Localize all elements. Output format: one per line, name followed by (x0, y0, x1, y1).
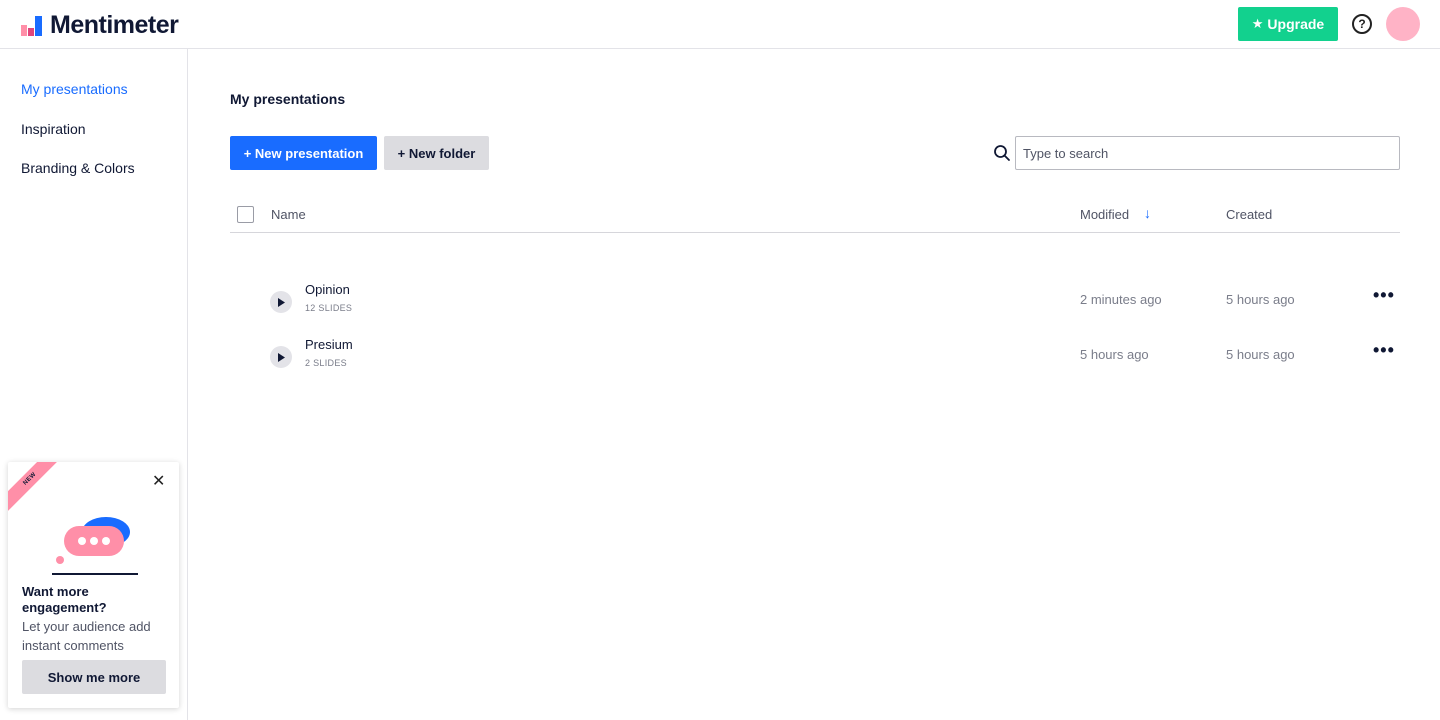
created-time: 5 hours ago (1226, 292, 1295, 307)
avatar[interactable] (1386, 7, 1420, 41)
upgrade-button[interactable]: ★ Upgrade (1238, 7, 1338, 41)
column-modified-header[interactable]: Modified (1080, 207, 1129, 222)
promo-title: Want more engagement? (22, 584, 107, 615)
star-icon: ★ (1251, 16, 1264, 31)
mentimeter-logo-icon (21, 15, 42, 36)
new-presentation-button[interactable]: + New presentation (230, 136, 377, 170)
presentation-title[interactable]: Presium (305, 337, 353, 352)
sidebar-item-inspiration[interactable]: Inspiration (21, 121, 86, 137)
column-name-header[interactable]: Name (271, 207, 306, 222)
column-created-header[interactable]: Created (1226, 207, 1272, 222)
promo-body: Let your audience add instant comments (22, 619, 151, 653)
promo-card: NEW ✕ Want more engagement? Let your aud… (8, 462, 179, 708)
table-row[interactable]: Presium 2 SLIDES 5 hours ago 5 hours ago… (230, 334, 1400, 388)
brand-logo[interactable]: Mentimeter (21, 11, 179, 40)
sidebar-item-my-presentations[interactable]: My presentations (21, 81, 128, 97)
table-row[interactable]: Opinion 12 SLIDES 2 minutes ago 5 hours … (230, 279, 1400, 333)
modified-time: 2 minutes ago (1080, 292, 1162, 307)
help-icon[interactable]: ? (1352, 14, 1372, 34)
arrow-down-icon[interactable]: ↓ (1144, 205, 1151, 221)
table-header: Name Modified ↓ Created (230, 196, 1400, 233)
sidebar-item-branding-colors[interactable]: Branding & Colors (21, 160, 135, 176)
presentation-title[interactable]: Opinion (305, 282, 350, 297)
search-icon (994, 145, 1010, 161)
modified-time: 5 hours ago (1080, 347, 1149, 362)
more-horizontal-icon[interactable]: ••• (1373, 340, 1395, 361)
top-header: Mentimeter ★ Upgrade ? (0, 0, 1440, 49)
play-icon[interactable] (270, 291, 292, 313)
more-horizontal-icon[interactable]: ••• (1373, 285, 1395, 306)
play-icon[interactable] (270, 346, 292, 368)
brand-name: Mentimeter (50, 11, 179, 39)
new-ribbon: NEW (8, 462, 71, 520)
select-all-checkbox[interactable] (237, 206, 254, 223)
new-folder-button[interactable]: + New folder (384, 136, 489, 170)
slide-count: 12 SLIDES (305, 303, 353, 313)
show-me-more-button[interactable]: Show me more (22, 660, 166, 694)
search-input[interactable] (1015, 136, 1400, 170)
comment-bubble-icon (52, 517, 138, 575)
page-title: My presentations (230, 91, 346, 107)
close-icon[interactable]: ✕ (152, 474, 165, 490)
upgrade-label: Upgrade (1267, 16, 1325, 32)
created-time: 5 hours ago (1226, 347, 1295, 362)
slide-count: 2 SLIDES (305, 358, 347, 368)
